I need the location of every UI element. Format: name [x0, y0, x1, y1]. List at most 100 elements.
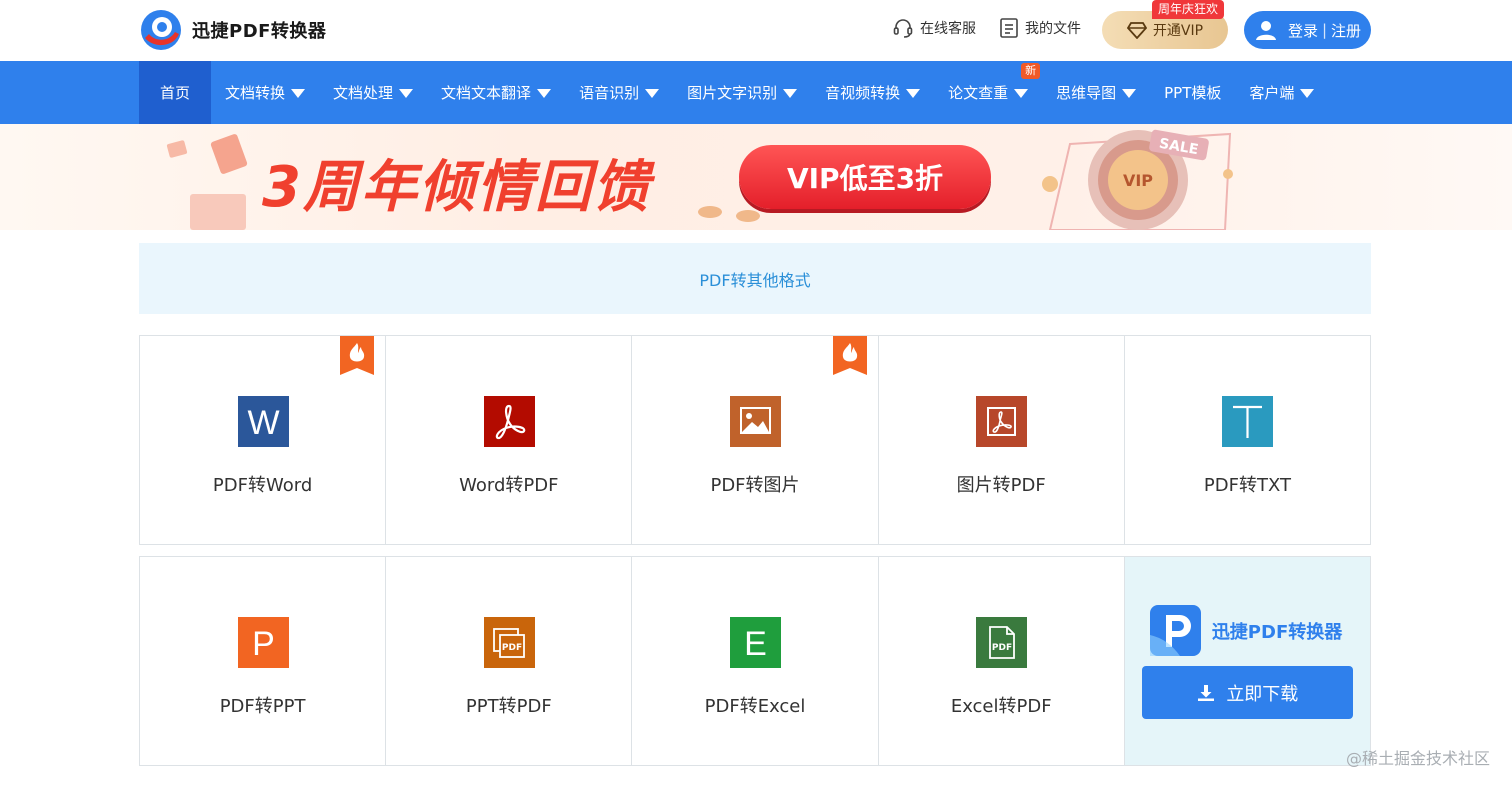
vip-label: 开通VIP	[1152, 23, 1204, 39]
ppt-icon: P	[237, 617, 289, 668]
tool-card[interactable]: 图片转PDF	[878, 336, 1125, 544]
headset-icon	[893, 19, 913, 38]
tool-card-label: PDF转PPT	[219, 696, 306, 717]
nav-items: 首页 文档转换 文档处理 文档文本翻译 语音识别 图片文字识别 音视频转换 论文查重新思维导图…	[139, 61, 1328, 124]
nav-item-10[interactable]: 客户端	[1235, 61, 1328, 124]
svg-text:E: E	[744, 625, 767, 663]
txt-icon	[1222, 396, 1274, 447]
watermark: @稀土掘金技术社区	[1345, 749, 1490, 768]
hot-flame-icon	[340, 336, 375, 375]
section-title: PDF转其他格式	[139, 243, 1371, 314]
svg-text:P: P	[252, 625, 275, 663]
caret-down-icon	[1300, 89, 1315, 98]
ppt-pdf-icon: PDF	[483, 617, 535, 668]
register-link[interactable]: 注册	[1331, 20, 1361, 41]
caret-down-icon	[537, 89, 552, 98]
caret-down-icon	[399, 89, 414, 98]
nav-item-7[interactable]: 论文查重新	[934, 61, 1042, 124]
nav-item-label: 论文查重	[948, 84, 1009, 102]
hot-flame-icon	[832, 336, 867, 375]
login-separator: |	[1321, 21, 1328, 39]
tool-card-label: PDF转Word	[212, 475, 313, 496]
desktop-app-promo-card: 迅捷PDF转换器 立即下载	[1124, 557, 1371, 765]
tool-card-label: PDF转图片	[710, 475, 800, 496]
tool-card-label: Excel转PDF	[950, 696, 1052, 717]
svg-text:W: W	[247, 404, 279, 442]
svg-text:PDF: PDF	[992, 643, 1012, 653]
top-header: 迅捷PDF转换器 在线客服 我的文件 开通VIP 周年庆狂欢 登录 | 注册	[0, 0, 1512, 61]
tool-card[interactable]: PDF Excel转PDF	[878, 557, 1125, 765]
tool-card-label: PDF转Excel	[704, 696, 806, 717]
tool-card[interactable]: PDF转图片	[632, 336, 879, 544]
nav-item-6[interactable]: 音视频转换	[811, 61, 934, 124]
login-register-button[interactable]: 登录 | 注册	[1244, 11, 1371, 49]
promo-banner[interactable]: 3周年倾情回馈 VIP低至3折 VIP SALE	[0, 124, 1512, 230]
tool-card[interactable]: E PDF转Excel	[632, 557, 879, 765]
excel-pdf-icon: PDF	[976, 617, 1028, 668]
nav-item-label: PPT模板	[1164, 84, 1222, 102]
svg-text:VIP: VIP	[1123, 171, 1153, 190]
promo-app-name: 迅捷PDF转换器	[1211, 621, 1343, 643]
tool-card-label: PPT转PDF	[465, 696, 552, 717]
nav-item-9[interactable]: PPT模板	[1150, 61, 1235, 124]
nav-item-label: 思维导图	[1056, 84, 1117, 102]
banner-title: 3周年倾情回馈	[262, 155, 651, 220]
nav-item-label: 语音识别	[579, 84, 640, 102]
download-label: 立即下载	[1226, 683, 1299, 705]
diamond-icon	[1126, 22, 1147, 39]
nav-item-label: 文档处理	[333, 84, 394, 102]
word-icon: W	[237, 396, 289, 447]
login-link[interactable]: 登录	[1288, 20, 1318, 41]
tool-grid-row-2: P PDF转PPT PDF PPT转PDF E PDF转Excel PDF Excel转PDF…	[139, 556, 1371, 766]
nav-item-label: 文档转换	[225, 84, 286, 102]
my-files-link[interactable]: 我的文件	[999, 17, 1081, 39]
nav-item-1[interactable]: 文档转换	[211, 61, 319, 124]
tool-card-label: 图片转PDF	[956, 475, 1046, 496]
pdf-frame-icon	[976, 396, 1028, 447]
pdf-icon	[483, 396, 535, 447]
gift-decoration-icon	[166, 134, 248, 230]
download-icon	[1198, 684, 1215, 701]
nav-item-2[interactable]: 文档处理	[319, 61, 427, 124]
main-nav: 首页 文档转换 文档处理 文档文本翻译 语音识别 图片文字识别 音视频转换 论文查重新思维导图…	[0, 61, 1512, 124]
caret-down-icon	[291, 89, 306, 98]
tool-grid-row-1: W PDF转Word Word转PDF PDF转图片 图片转PDF PDF转TXT	[139, 335, 1371, 545]
nav-item-3[interactable]: 文档文本翻译	[427, 61, 565, 124]
nav-item-4[interactable]: 语音识别	[565, 61, 673, 124]
caret-down-icon	[783, 89, 798, 98]
nav-item-label: 音视频转换	[825, 84, 901, 102]
caret-down-icon	[645, 89, 660, 98]
new-badge: 新	[1021, 63, 1041, 79]
nav-item-5[interactable]: 图片文字识别	[673, 61, 811, 124]
nav-item-8[interactable]: 思维导图	[1042, 61, 1150, 124]
my-files-label: 我的文件	[1025, 21, 1081, 37]
tool-card-label: PDF转TXT	[1203, 475, 1291, 496]
nav-item-label: 客户端	[1249, 84, 1295, 102]
tool-card[interactable]: PDF PPT转PDF	[386, 557, 633, 765]
image-icon	[730, 396, 781, 447]
tool-card[interactable]: PDF转TXT	[1124, 336, 1371, 544]
vip-discount-pill: VIP低至3折	[739, 145, 991, 209]
tool-card[interactable]: W PDF转Word	[140, 336, 387, 544]
promo-app-logo: 迅捷PDF转换器	[1149, 605, 1343, 656]
nav-item-label: 图片文字识别	[687, 84, 778, 102]
vip-coin-icon: VIP SALE	[1042, 129, 1233, 230]
caret-down-icon	[906, 89, 921, 98]
nav-item-label: 首页	[160, 84, 191, 102]
nav-item-0[interactable]: 首页	[139, 61, 212, 124]
anniversary-tag: 周年庆狂欢	[1152, 0, 1225, 19]
download-now-button[interactable]: 立即下载	[1141, 666, 1353, 719]
svg-text:PDF: PDF	[502, 643, 522, 653]
logo-icon	[139, 8, 183, 52]
logo-text: 迅捷PDF转换器	[192, 21, 327, 42]
online-service-label: 在线客服	[920, 21, 976, 37]
document-icon	[1000, 18, 1018, 38]
online-service-link[interactable]: 在线客服	[892, 17, 976, 39]
excel-icon: E	[730, 617, 781, 668]
tool-card[interactable]: P PDF转PPT	[140, 557, 387, 765]
nav-item-label: 文档文本翻译	[441, 84, 532, 102]
app-p-icon	[1149, 605, 1201, 656]
tool-card[interactable]: Word转PDF	[386, 336, 633, 544]
site-logo[interactable]: 迅捷PDF转换器	[139, 8, 326, 52]
user-icon	[1255, 21, 1276, 40]
